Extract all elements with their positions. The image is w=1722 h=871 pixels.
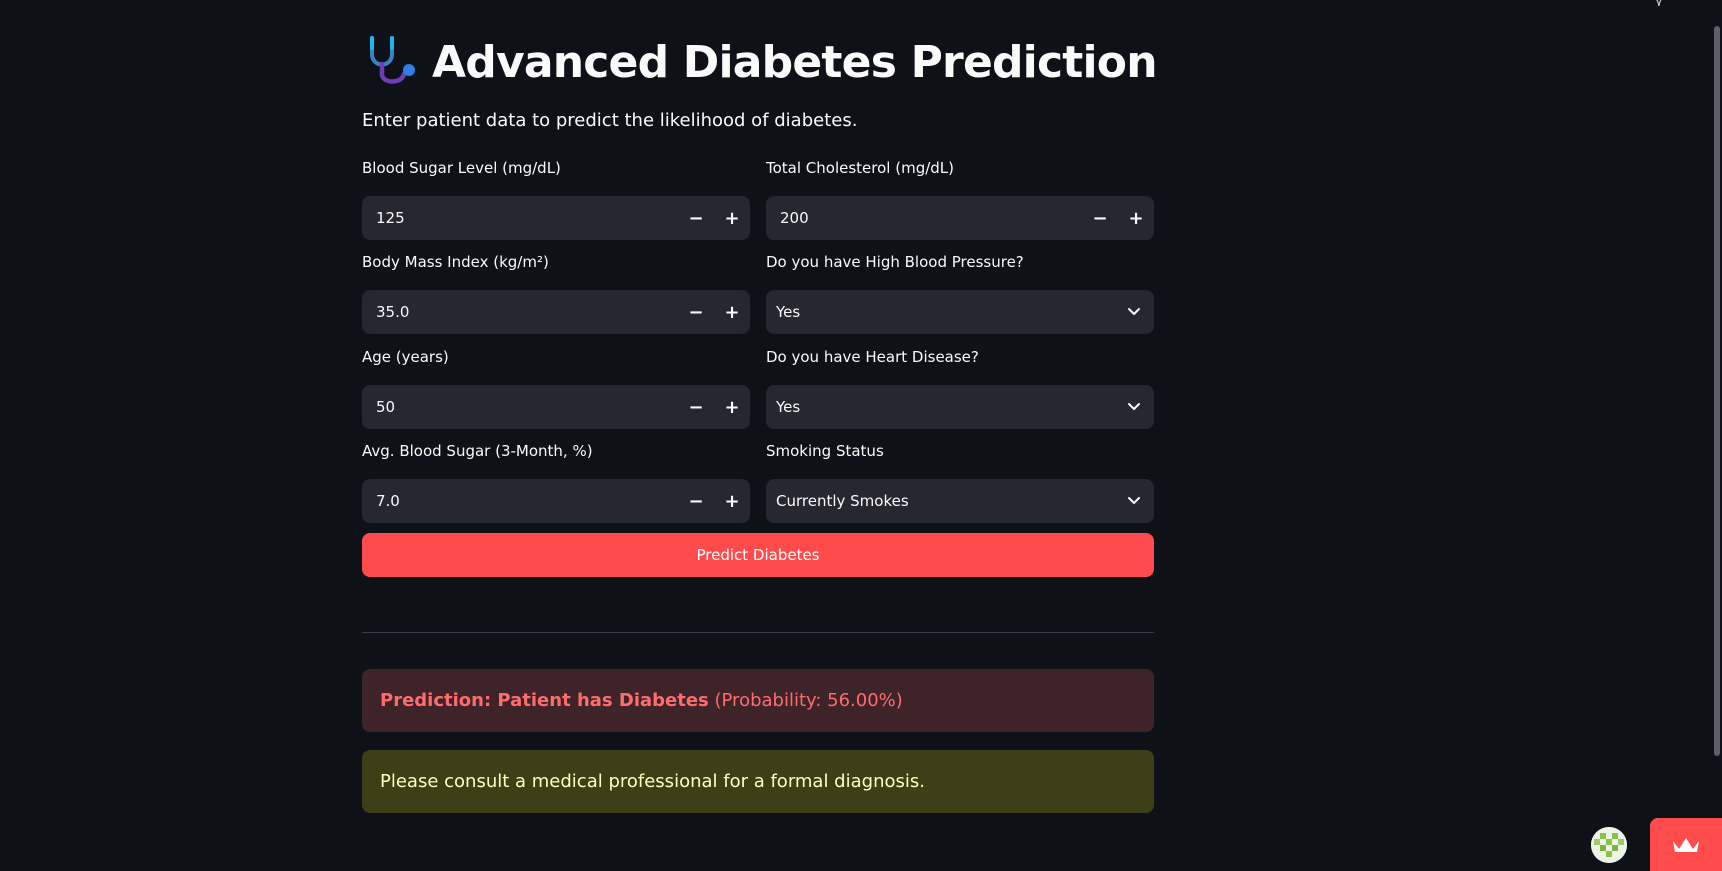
smoking-select[interactable]: Currently Smokes [766, 479, 1154, 523]
age-increment-button[interactable]: + [714, 385, 750, 429]
avg-sugar-label: Avg. Blood Sugar (3-Month, %) [362, 442, 593, 460]
age-decrement-button[interactable]: − [678, 385, 714, 429]
cholesterol-input[interactable] [766, 208, 1082, 228]
age-label: Age (years) [362, 348, 449, 366]
chevron-down-icon [1114, 290, 1154, 334]
prediction-text: Prediction: Patient has Diabetes [380, 690, 709, 711]
consult-warning-text: Please consult a medical professional fo… [380, 771, 925, 792]
heart-disease-label: Do you have Heart Disease? [766, 348, 979, 366]
heart-disease-select[interactable]: Yes [766, 385, 1154, 429]
cholesterol-decrement-button[interactable]: − [1082, 196, 1118, 240]
blood-sugar-label: Blood Sugar Level (mg/dL) [362, 159, 561, 177]
heart-disease-selected-value: Yes [776, 398, 801, 416]
stethoscope-icon [370, 36, 415, 84]
smoking-selected-value: Currently Smokes [776, 492, 909, 510]
page-subtitle: Enter patient data to predict the likeli… [362, 110, 858, 131]
high-bp-selected-value: Yes [776, 303, 801, 321]
age-input-box: − + [362, 385, 750, 429]
blood-sugar-increment-button[interactable]: + [714, 196, 750, 240]
cholesterol-label: Total Cholesterol (mg/dL) [766, 159, 954, 177]
avg-sugar-field: Avg. Blood Sugar (3-Month, %) − + [362, 441, 750, 523]
divider [362, 632, 1154, 633]
page-title: Advanced Diabetes Prediction [432, 36, 1158, 88]
cholesterol-input-box: − + [766, 196, 1154, 240]
title-row: Advanced Diabetes Prediction [362, 32, 1158, 92]
app-page: ⋎ Advanced Diabetes Prediction Enter pat… [0, 0, 1722, 871]
high-bp-field: Do you have High Blood Pressure? Yes [766, 252, 1154, 334]
avg-sugar-input-box: − + [362, 479, 750, 523]
avg-sugar-decrement-button[interactable]: − [678, 479, 714, 523]
crown-icon [1673, 837, 1699, 852]
bmi-label: Body Mass Index (kg/m²) [362, 253, 549, 271]
cholesterol-increment-button[interactable]: + [1118, 196, 1154, 240]
predict-button[interactable]: Predict Diabetes [362, 533, 1154, 577]
high-bp-select[interactable]: Yes [766, 290, 1154, 334]
smoking-label: Smoking Status [766, 442, 884, 460]
cholesterol-field: Total Cholesterol (mg/dL) − + [766, 158, 1154, 240]
page-scrollbar[interactable] [1714, 26, 1720, 756]
bmi-input-box: − + [362, 290, 750, 334]
prediction-probability: (Probability: 56.00%) [714, 690, 903, 711]
bmi-increment-button[interactable]: + [714, 290, 750, 334]
blood-sugar-decrement-button[interactable]: − [678, 196, 714, 240]
chevron-down-icon [1114, 479, 1154, 523]
high-bp-label: Do you have High Blood Pressure? [766, 253, 1024, 271]
age-input[interactable] [362, 397, 678, 417]
age-field: Age (years) − + [362, 347, 750, 429]
blood-sugar-input-box: − + [362, 196, 750, 240]
consult-warning-alert: Please consult a medical professional fo… [362, 750, 1154, 813]
bmi-input[interactable] [362, 302, 678, 322]
smoking-field: Smoking Status Currently Smokes [766, 441, 1154, 523]
avg-sugar-increment-button[interactable]: + [714, 479, 750, 523]
chevron-down-icon [1114, 385, 1154, 429]
bmi-field: Body Mass Index (kg/m²) − + [362, 252, 750, 334]
toolbar-icon[interactable]: ⋎ [1654, 0, 1664, 10]
avatar-pattern-icon [1591, 827, 1627, 863]
prediction-alert: Prediction: Patient has Diabetes (Probab… [362, 669, 1154, 732]
heart-disease-field: Do you have Heart Disease? Yes [766, 347, 1154, 429]
blood-sugar-input[interactable] [362, 208, 678, 228]
avg-sugar-input[interactable] [362, 491, 678, 511]
bmi-decrement-button[interactable]: − [678, 290, 714, 334]
blood-sugar-field: Blood Sugar Level (mg/dL) − + [362, 158, 750, 240]
streamlit-crown-button[interactable] [1650, 818, 1722, 871]
avatar[interactable] [1591, 827, 1627, 863]
